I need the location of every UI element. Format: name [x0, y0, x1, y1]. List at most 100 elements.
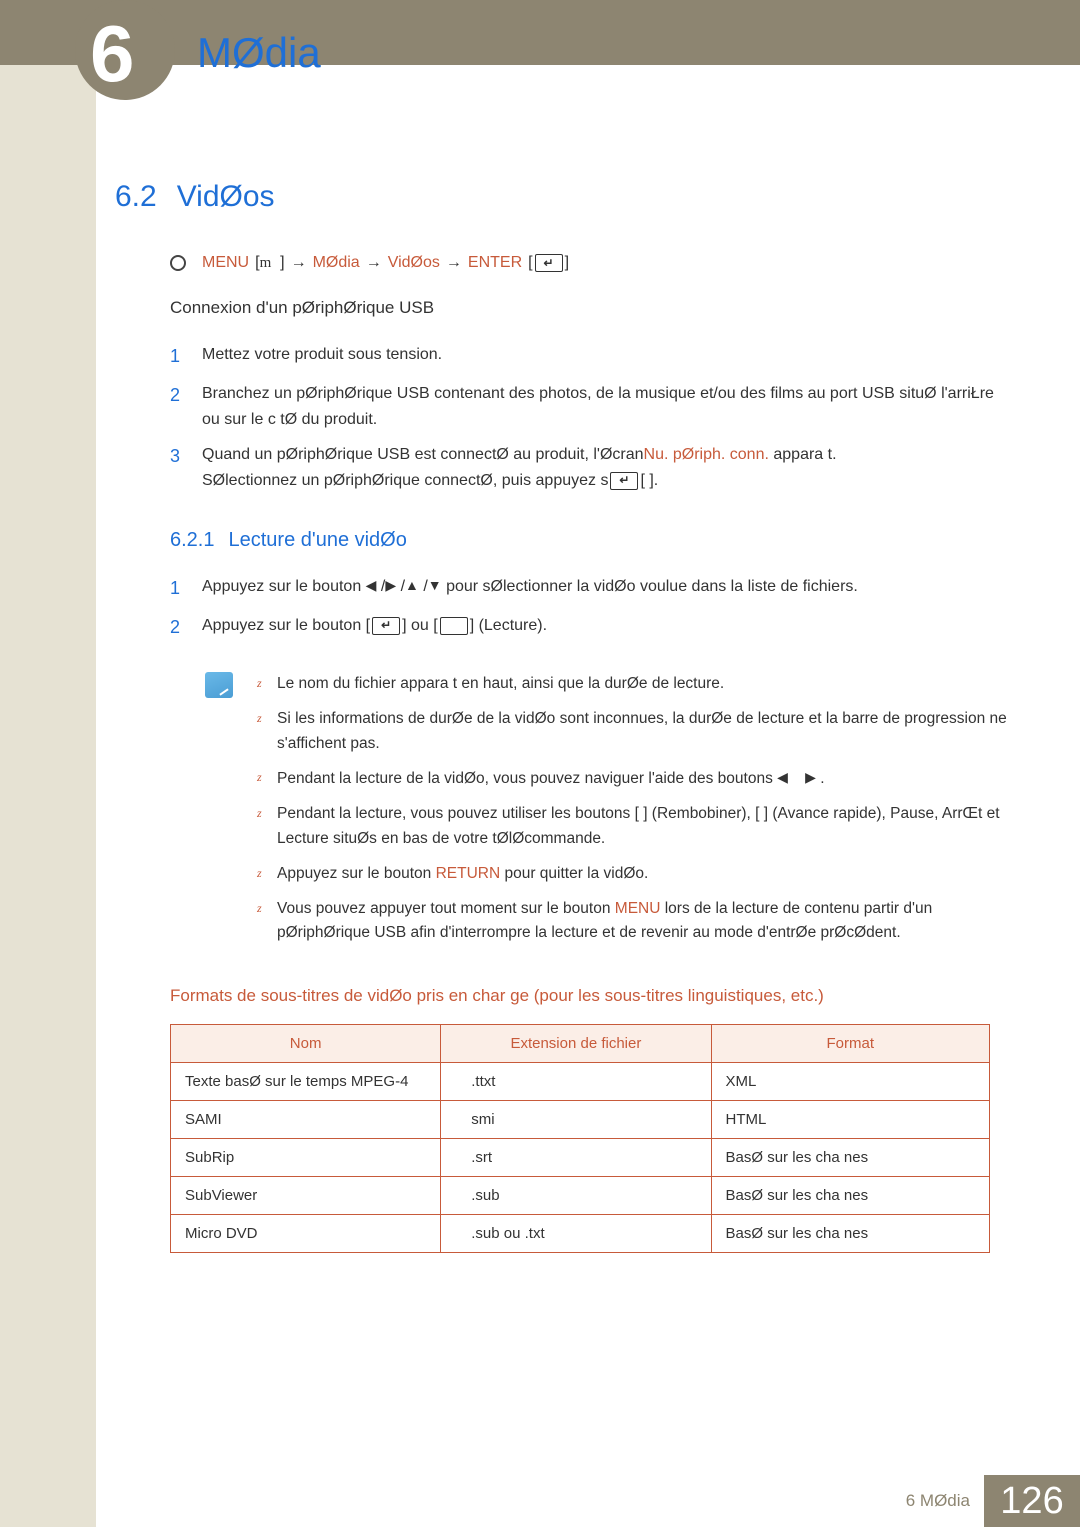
s2b: ] ou [ — [402, 617, 438, 634]
arrow-icon: → — [446, 254, 462, 272]
right-icon: ▶ — [385, 577, 396, 593]
step-text: Quand un pØriphØrique USB est connectØ a… — [202, 442, 1010, 493]
table-row: SubRip .srt BasØ sur les cha nes — [171, 1139, 990, 1177]
step-text: Appuyez sur le bouton [↵] ou [ ] (Lectur… — [202, 613, 1010, 642]
step3-part1: Quand un pØriphØrique USB est connectØ a… — [202, 446, 644, 463]
menu-path: MENU [m ] → MØdia → VidØos → ENTER [↵] — [170, 254, 1010, 272]
th-fmt: Format — [711, 1025, 989, 1063]
list-item: 2 Branchez un pØriphØrique USB contenant… — [170, 381, 1010, 432]
arrow-icon: → — [366, 254, 382, 272]
note-item: Si les informations de durØe de la vidØo… — [255, 707, 1010, 757]
table-heading: Formats de sous-titres de vidØo pris en … — [170, 986, 1010, 1006]
cell: .ttxt — [441, 1063, 711, 1101]
footer-chapter: 6 MØdia — [906, 1491, 970, 1511]
step-number: 1 — [170, 574, 188, 603]
note5-txt: Appuyez sur le bouton — [277, 865, 431, 882]
nav-enter: ENTER — [468, 254, 522, 272]
th-ext: Extension de fichier — [441, 1025, 711, 1063]
right-icon: ▶ — [805, 769, 816, 785]
cell: BasØ sur les cha nes — [711, 1177, 989, 1215]
note3-tail: . — [816, 770, 825, 787]
step3-line2a: SØlectionnez un pØriphØrique connectØ, p… — [202, 472, 608, 489]
step-number: 2 — [170, 381, 188, 432]
cell: SubViewer — [171, 1177, 441, 1215]
step-number: 2 — [170, 613, 188, 642]
subtitle-format-table: Nom Extension de fichier Format Texte ba… — [170, 1024, 990, 1253]
subsection-number: 6.2.1 — [170, 529, 214, 552]
note5-tail: pour quitter la vidØo. — [500, 865, 648, 882]
note-item: Pendant la lecture de la vidØo, vous pou… — [255, 766, 1010, 792]
note3-txt: Pendant la lecture de la vidØo, vous pou… — [277, 770, 773, 787]
chapter-badge: 6 — [75, 0, 175, 100]
cell: BasØ sur les cha nes — [711, 1215, 989, 1253]
note-item: Appuyez sur le bouton RETURN pour quitte… — [255, 862, 1010, 887]
th-name: Nom — [171, 1025, 441, 1063]
cell: Texte basØ sur le temps MPEG-4 — [171, 1063, 441, 1101]
enter-icon: [↵] — [528, 254, 569, 272]
step-text: Branchez un pØriphØrique USB contenant d… — [202, 381, 1010, 432]
note-item: Vous pouvez appuyer tout moment sur le b… — [255, 897, 1010, 947]
section-number: 6.2 — [115, 180, 157, 214]
list-item: 1 Appuyez sur le bouton ◀ /▶ /▲ /▼ pour … — [170, 574, 1010, 603]
cell: XML — [711, 1063, 989, 1101]
enter-icon: ↵ — [372, 617, 400, 635]
subsection-heading: 6.2.1 Lecture d'une vidØo — [170, 529, 1010, 552]
page-number: 126 — [984, 1475, 1080, 1527]
nav-menu: MENU — [202, 254, 249, 272]
section-heading: 6.2 VidØos — [115, 180, 1010, 214]
cell: SubRip — [171, 1139, 441, 1177]
up-icon: ▲ — [405, 577, 419, 593]
note-item: Le nom du fichier appara t en haut, ains… — [255, 672, 1010, 697]
main-content: 6.2 VidØos MENU [m ] → MØdia → VidØos → … — [115, 180, 1010, 1253]
step-text: Appuyez sur le bouton ◀ /▶ /▲ /▼ pour sØ… — [202, 574, 1010, 603]
step-number: 1 — [170, 342, 188, 371]
cell: .sub ou .txt — [441, 1215, 711, 1253]
cell: smi — [441, 1101, 711, 1139]
cell: BasØ sur les cha nes — [711, 1139, 989, 1177]
table-header-row: Nom Extension de fichier Format — [171, 1025, 990, 1063]
page-title: MØdia — [197, 29, 321, 77]
bullet-icon — [170, 255, 186, 271]
cell: .sub — [441, 1177, 711, 1215]
section-title: VidØos — [177, 180, 275, 214]
s1b: pour sØlectionner la vidØo voulue dans l… — [442, 578, 858, 595]
step3-orange: Nu. pØriph. conn. — [644, 446, 769, 463]
step-text: Mettez votre produit sous tension. — [202, 342, 1010, 371]
step-number: 3 — [170, 442, 188, 493]
cell: HTML — [711, 1101, 989, 1139]
arrow-icon: → — [291, 254, 307, 272]
note-item: Pendant la lecture, vous pouvez utiliser… — [255, 802, 1010, 852]
table-row: Micro DVD .sub ou .txt BasØ sur les cha … — [171, 1215, 990, 1253]
subsection-title: Lecture d'une vidØo — [228, 529, 406, 552]
play-steps: 1 Appuyez sur le bouton ◀ /▶ /▲ /▼ pour … — [170, 574, 1010, 642]
note6-txt: Vous pouvez appuyer tout moment sur le b… — [277, 900, 610, 917]
note-icon — [205, 672, 233, 698]
down-icon: ▼ — [428, 577, 442, 593]
table-row: SAMI smi HTML — [171, 1101, 990, 1139]
cell: SAMI — [171, 1101, 441, 1139]
play-icon — [440, 617, 468, 635]
footer: 6 MØdia 126 — [680, 1475, 1080, 1527]
table-row: Texte basØ sur le temps MPEG-4 .ttxt XML — [171, 1063, 990, 1101]
s2c: ] (Lecture). — [470, 617, 547, 634]
s2a: Appuyez sur le bouton [ — [202, 617, 370, 634]
chapter-number: 6 — [90, 8, 135, 100]
nav-p1: MØdia — [313, 254, 360, 272]
cell: Micro DVD — [171, 1215, 441, 1253]
nav-p2: VidØos — [388, 254, 440, 272]
note-list: Le nom du fichier appara t en haut, ains… — [255, 672, 1010, 956]
list-item: 2 Appuyez sur le bouton [↵] ou [ ] (Lect… — [170, 613, 1010, 642]
menu-label: MENU — [615, 900, 661, 917]
cell: .srt — [441, 1139, 711, 1177]
s1a: Appuyez sur le bouton — [202, 578, 366, 595]
left-sidebar-stripe — [0, 0, 96, 1527]
step3-line2b: [ ]. — [640, 472, 658, 489]
usb-heading: Connexion d'un pØriphØrique USB — [170, 298, 1010, 318]
left-icon: ◀ — [777, 769, 788, 785]
left-icon: ◀ — [366, 577, 377, 593]
step3-after: appara t. — [769, 446, 837, 463]
table-row: SubViewer .sub BasØ sur les cha nes — [171, 1177, 990, 1215]
enter-icon: ↵ — [610, 472, 638, 490]
nav-menu-icon: [m ] — [255, 254, 284, 272]
note-block: Le nom du fichier appara t en haut, ains… — [205, 672, 1010, 956]
